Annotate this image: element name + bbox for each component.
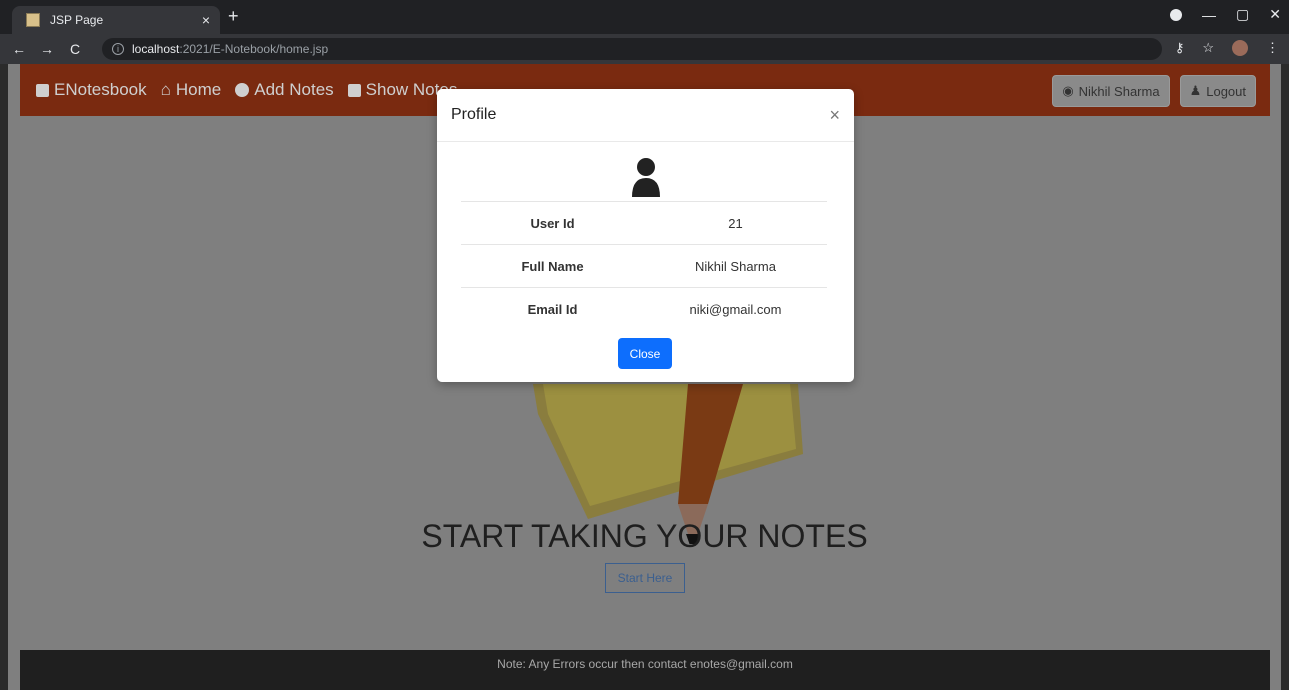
toolbar-actions: ⚷ ☆ ⋮	[1175, 40, 1279, 56]
close-window-icon[interactable]: ✕	[1269, 6, 1281, 23]
user-icon	[631, 158, 660, 197]
tab-close-icon[interactable]: ×	[202, 12, 210, 28]
nav-add-notes[interactable]: Add Notes	[235, 80, 334, 100]
full-name-value: Nikhil Sharma	[644, 244, 827, 288]
address-book-icon	[347, 83, 361, 97]
user-plus-icon: ♟	[1189, 83, 1202, 98]
table-row: User Id 21	[461, 201, 827, 245]
footer-text: Note: Any Errors occur then contact enot…	[497, 657, 793, 671]
avatar-icon[interactable]	[1232, 40, 1248, 56]
modal-close-icon[interactable]: ×	[829, 105, 840, 126]
key-icon[interactable]: ⚷	[1175, 40, 1185, 56]
star-icon[interactable]: ☆	[1202, 40, 1214, 56]
brand-label: ENotesbook	[54, 80, 147, 99]
email-id-label: Email Id	[461, 287, 644, 330]
nav-add-notes-label: Add Notes	[254, 80, 334, 99]
browser-toolbar: ← → C i localhost :2021/E-Notebook/home.…	[0, 34, 1289, 64]
nav-home-label: Home	[175, 80, 222, 99]
home-icon: ⌂	[160, 80, 171, 99]
back-icon[interactable]: ←	[12, 41, 26, 57]
start-here-button[interactable]: Start Here	[605, 563, 685, 593]
footer: Note: Any Errors occur then contact enot…	[20, 650, 1270, 690]
window-controls: — ▢ ✕	[1170, 6, 1281, 23]
book-icon	[36, 83, 49, 97]
nav-home[interactable]: ⌂ Home	[161, 80, 222, 100]
url-host: localhost	[132, 42, 180, 56]
user-id-label: User Id	[461, 201, 644, 245]
menu-kebab-icon[interactable]: ⋮	[1266, 40, 1279, 56]
profile-table: User Id 21 Full Name Nikhil Sharma Email…	[461, 201, 827, 330]
tab-title: JSP Page	[50, 13, 104, 27]
hero-title: START TAKING YOUR NOTES	[421, 518, 868, 554]
close-button[interactable]: Close	[618, 338, 672, 369]
address-bar[interactable]: i localhost :2021/E-Notebook/home.jsp	[102, 38, 1162, 60]
plus-circle-icon	[235, 83, 250, 97]
table-row: Full Name Nikhil Sharma	[461, 244, 827, 288]
user-profile-label: Nikhil Sharma	[1078, 83, 1160, 99]
user-id-value: 21	[644, 201, 827, 245]
logout-label: Logout	[1206, 83, 1246, 99]
email-id-value: niki@gmail.com	[644, 287, 827, 330]
table-row: Email Id niki@gmail.com	[461, 287, 827, 330]
modal-header: Profile ×	[437, 89, 854, 142]
minimize-icon[interactable]: —	[1202, 7, 1216, 23]
restore-icon[interactable]: ▢	[1236, 6, 1249, 23]
user-profile-button[interactable]: ◉ Nikhil Sharma	[1052, 75, 1170, 107]
profile-indicator-icon[interactable]	[1170, 8, 1183, 21]
logout-button[interactable]: ♟ Logout	[1179, 75, 1256, 107]
forward-icon[interactable]: →	[40, 41, 54, 57]
full-name-label: Full Name	[461, 244, 644, 288]
nav-brand[interactable]: ENotesbook	[36, 80, 147, 100]
reload-icon[interactable]: C	[70, 41, 80, 57]
modal-title: Profile	[451, 106, 497, 123]
browser-tab-strip: JSP Page × + — ▢ ✕	[0, 0, 1289, 34]
user-circle-icon: ◉	[1062, 83, 1074, 98]
url-path: :2021/E-Notebook/home.jsp	[179, 42, 329, 56]
site-info-icon[interactable]: i	[112, 43, 124, 55]
profile-modal: Profile × User Id 21 Full Name Nikhil Sh…	[437, 89, 854, 382]
nav-right-buttons: ◉ Nikhil Sharma ♟ Logout	[1052, 75, 1256, 107]
new-tab-button[interactable]: +	[228, 6, 239, 27]
favicon-icon	[26, 13, 40, 27]
browser-tab[interactable]: JSP Page ×	[12, 6, 220, 34]
